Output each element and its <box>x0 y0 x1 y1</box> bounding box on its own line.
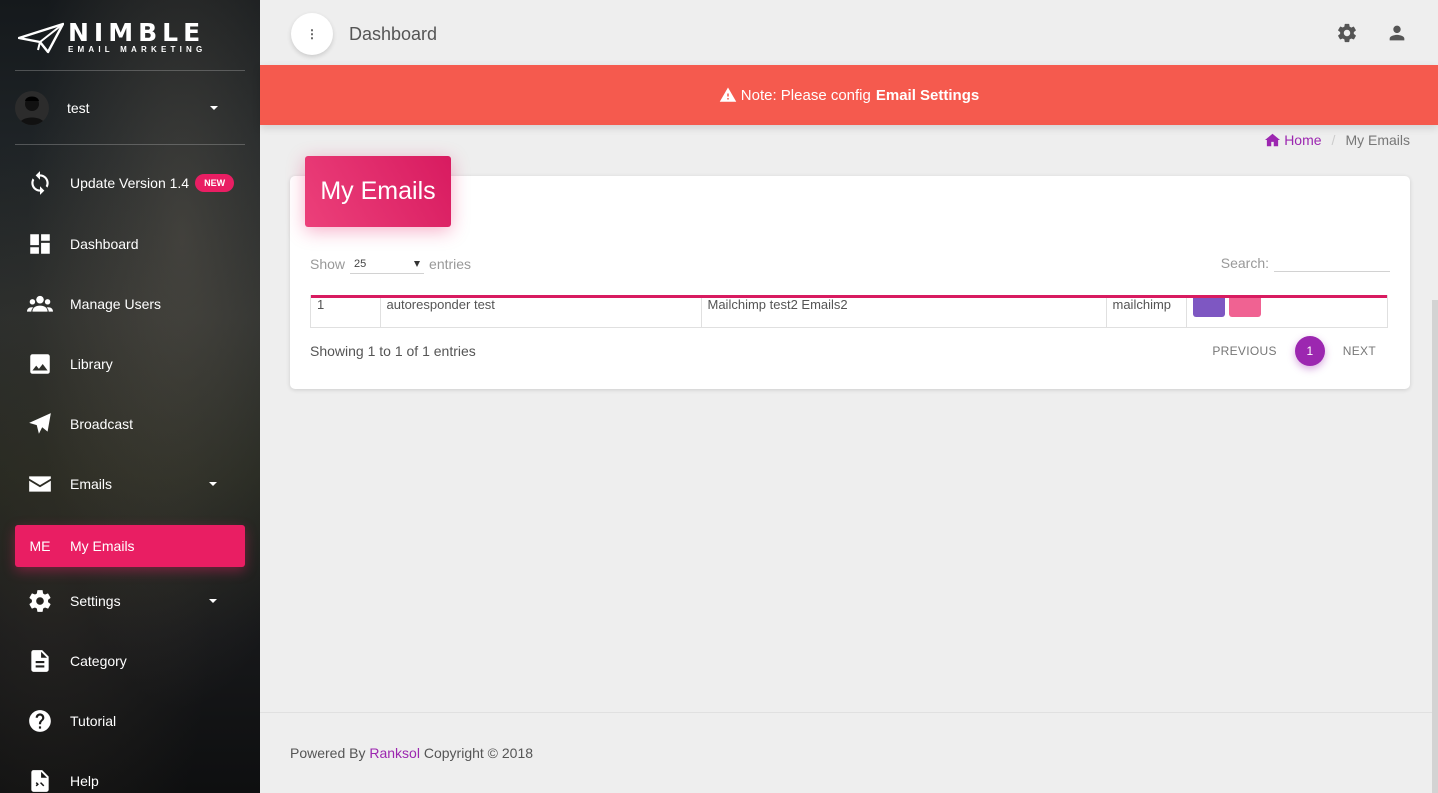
warning-icon <box>719 87 737 102</box>
sidebar-item-label: My Emails <box>70 538 135 554</box>
search-input[interactable] <box>1274 254 1390 272</box>
pagination: PREVIOUS 1 NEXT <box>1198 336 1390 366</box>
footer-divider <box>260 712 1438 713</box>
sidebar-item-tutorial[interactable]: Tutorial <box>15 700 245 742</box>
email-settings-link[interactable]: Email Settings <box>876 87 979 104</box>
sidebar-item-label: Dashboard <box>70 236 139 252</box>
table-row[interactable]: 1 autoresponder test Mailchimp test2 Ema… <box>311 295 1387 327</box>
page-button-current[interactable]: 1 <box>1294 336 1325 366</box>
sidebar-divider <box>15 144 245 145</box>
paper-plane-icon <box>15 411 65 437</box>
card-title: My Emails <box>305 156 451 227</box>
chevron-down-icon <box>209 599 217 603</box>
sidebar-item-help[interactable]: Help <box>15 760 245 793</box>
sidebar: NIMBLE EMAIL MARKETING test Update Versi… <box>0 0 260 793</box>
help-circle-icon <box>15 708 65 734</box>
image-icon <box>15 351 65 377</box>
sidebar-item-label: Update Version 1.4 <box>70 175 190 191</box>
avatar <box>15 91 49 125</box>
refresh-icon <box>15 170 65 196</box>
user-icon[interactable] <box>1386 22 1410 46</box>
users-icon <box>15 291 65 317</box>
breadcrumb-home-link[interactable]: Home <box>1265 132 1322 148</box>
sidebar-item-manage-users[interactable]: Manage Users <box>15 283 245 325</box>
help-doc-icon <box>15 768 65 793</box>
email-settings-alert: Note: Please config Email Settings <box>260 65 1438 125</box>
table-cell-id: 1 <box>311 295 381 327</box>
entries-length-select[interactable]: 25 <box>350 254 425 274</box>
page-scrollbar[interactable] <box>1432 300 1438 793</box>
paper-plane-logo-icon <box>18 22 64 54</box>
sidebar-divider <box>15 70 245 71</box>
sidebar-item-library[interactable]: Library <box>15 343 245 385</box>
delete-button[interactable] <box>1228 295 1261 317</box>
breadcrumb-separator: / <box>1331 132 1336 148</box>
table-cell-list: Mailchimp test2 Emails2 <box>701 295 1107 327</box>
entries-length-value: 25 <box>354 257 367 270</box>
envelope-icon <box>15 471 65 497</box>
home-icon <box>1265 133 1281 147</box>
gear-icon[interactable] <box>1336 22 1360 46</box>
sidebar-item-emails[interactable]: Emails <box>15 463 245 505</box>
brand-tagline: EMAIL MARKETING <box>68 45 207 54</box>
table-cell-actions <box>1186 295 1387 327</box>
sidebar-item-broadcast[interactable]: Broadcast <box>15 403 245 445</box>
edit-button[interactable] <box>1192 295 1225 317</box>
table-search: Search: <box>1221 254 1390 272</box>
sidebar-item-settings[interactable]: Settings <box>15 580 245 622</box>
entries-length-control: Show 25 entries <box>310 254 471 274</box>
sidebar-toggle-button[interactable]: ⋮ <box>291 13 333 55</box>
chevron-down-icon <box>209 482 217 486</box>
sidebar-item-label: Help <box>70 773 99 789</box>
dropdown-arrow-icon <box>414 260 421 267</box>
sidebar-item-label: Broadcast <box>70 416 134 432</box>
sidebar-item-label: Tutorial <box>70 713 117 729</box>
top-navbar: ⋮ Dashboard <box>260 0 1438 66</box>
new-badge: NEW <box>195 174 235 192</box>
entries-label: entries <box>429 256 472 272</box>
my-emails-card: My Emails Show 25 entries Search: 1 auto… <box>290 156 1410 389</box>
emails-table: 1 autoresponder test Mailchimp test2 Ema… <box>310 295 1388 328</box>
sidebar-item-dashboard[interactable]: Dashboard <box>15 223 245 265</box>
user-silhouette-icon <box>19 96 45 125</box>
ranksol-link[interactable]: Ranksol <box>369 745 420 761</box>
alert-text: Note: Please config <box>740 86 871 104</box>
sidebar-item-label: Category <box>70 653 127 669</box>
breadcrumb-current: My Emails <box>1345 132 1410 148</box>
previous-page-button[interactable]: PREVIOUS <box>1198 344 1290 358</box>
user-menu[interactable]: test <box>15 88 245 128</box>
breadcrumb-home-label: Home <box>1284 132 1322 148</box>
brand-logo[interactable]: NIMBLE EMAIL MARKETING <box>18 18 228 58</box>
table-cell-name: autoresponder test <box>380 295 702 327</box>
table-info: Showing 1 to 1 of 1 entries <box>310 343 476 359</box>
breadcrumb: Home / My Emails <box>1265 132 1410 148</box>
footer-prefix: Powered By <box>290 745 366 761</box>
footer-copyright: Copyright © 2018 <box>423 745 534 761</box>
page-title: Dashboard <box>349 24 438 44</box>
search-label: Search: <box>1220 255 1269 271</box>
sidebar-item-label: Settings <box>70 593 121 609</box>
brand-name: NIMBLE <box>68 18 206 47</box>
sidebar-item-label: Library <box>70 356 113 372</box>
footer: Powered By Ranksol Copyright © 2018 <box>290 745 533 761</box>
next-page-button[interactable]: NEXT <box>1329 344 1390 358</box>
sidebar-item-abbr: ME <box>29 538 51 554</box>
sidebar-item-update-version[interactable]: Update Version 1.4 NEW <box>15 162 245 204</box>
user-name: test <box>67 100 90 116</box>
sidebar-item-label: Emails <box>70 476 113 492</box>
sidebar-item-my-emails[interactable]: ME My Emails <box>15 525 245 567</box>
gear-icon <box>15 588 65 614</box>
document-icon <box>15 648 65 674</box>
sidebar-item-category[interactable]: Category <box>15 640 245 682</box>
table-cell-provider: mailchimp <box>1106 295 1187 327</box>
show-label: Show <box>310 256 346 272</box>
sidebar-item-label: Manage Users <box>70 296 162 312</box>
chevron-down-icon <box>210 106 218 110</box>
dashboard-icon <box>15 231 65 257</box>
